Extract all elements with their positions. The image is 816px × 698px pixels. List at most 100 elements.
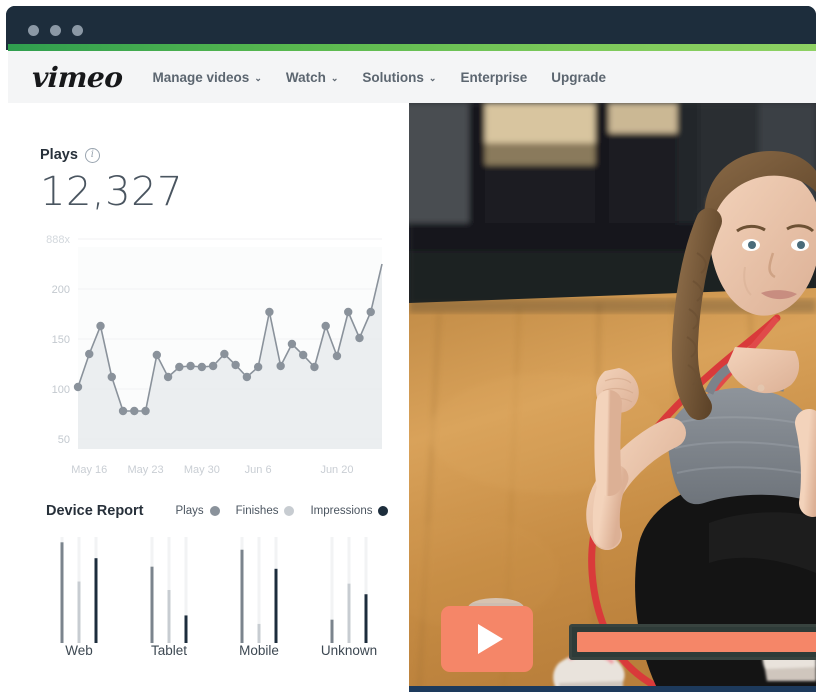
chart-data-point[interactable] [231, 360, 240, 370]
chart-data-point[interactable] [118, 406, 128, 416]
chart-data-point[interactable] [298, 350, 308, 360]
x-axis-tick-label: May 23 [128, 464, 164, 476]
minimize-window-button[interactable] [50, 25, 61, 36]
chart-data-point[interactable] [310, 362, 319, 372]
chart-data-point[interactable] [355, 333, 364, 343]
chart-data-point[interactable] [197, 362, 207, 372]
chart-data-point[interactable] [107, 372, 116, 382]
x-axis-tick-label: May 30 [184, 464, 220, 476]
chart-data-point[interactable] [186, 361, 195, 371]
chevron-down-icon: ⌄ [254, 72, 262, 83]
bar-finishes-mobile[interactable] [257, 623, 261, 643]
device-label-mobile: Mobile [239, 643, 279, 658]
chart-data-point[interactable] [208, 361, 218, 371]
chart-data-point[interactable] [287, 339, 297, 349]
nav-items: Manage videos ⌄ Watch ⌄ Solutions ⌄ Ente… [153, 70, 606, 85]
bar-finishes-tablet[interactable] [167, 590, 171, 643]
nav-item-upgrade[interactable]: Upgrade [551, 70, 606, 85]
chart-data-point[interactable] [152, 350, 162, 360]
chart-data-point[interactable] [332, 351, 342, 361]
bar-impressions-mobile[interactable] [274, 568, 278, 643]
chart-data-point[interactable] [321, 321, 330, 331]
bar-plays-mobile[interactable] [240, 549, 244, 643]
bar-plays-tablet[interactable] [150, 566, 154, 643]
chart-data-point[interactable] [253, 362, 263, 372]
y-axis-tick-label: 888x [46, 234, 70, 246]
nav-item-label: Upgrade [551, 69, 606, 85]
device-label-web: Web [65, 643, 93, 658]
nav-item-manage-videos[interactable]: Manage videos ⌄ [153, 70, 262, 85]
nav-item-watch[interactable]: Watch ⌄ [286, 70, 339, 85]
video-progress-bar[interactable] [569, 624, 816, 660]
device-report-title: Device Report [46, 503, 144, 519]
chart-data-point[interactable] [276, 361, 285, 371]
legend-label: Plays [175, 505, 204, 517]
nav-item-enterprise[interactable]: Enterprise [460, 70, 527, 85]
y-axis-tick-label: 50 [58, 434, 70, 446]
device-bar-chart-svg [60, 537, 368, 643]
chart-data-point[interactable] [96, 321, 105, 331]
chart-data-point[interactable] [366, 307, 375, 317]
bar-impressions-tablet[interactable] [184, 615, 188, 643]
chart-data-point[interactable] [163, 372, 173, 382]
bar-impressions-unknown[interactable] [364, 594, 368, 643]
maximize-window-button[interactable] [72, 25, 83, 36]
window-traffic-lights [28, 25, 83, 36]
legend-label: Impressions [310, 505, 373, 517]
vimeo-navbar: vimeo Manage videos ⌄ Watch ⌄ Solutions … [8, 51, 816, 103]
screenshot-root: vimeo Manage videos ⌄ Watch ⌄ Solutions … [0, 0, 816, 698]
nav-item-label: Watch [285, 69, 326, 85]
chevron-down-icon: ⌄ [330, 72, 339, 83]
device-category-labels: Web Tablet Mobile Unknown [34, 643, 394, 658]
page-title: Plays [40, 147, 78, 163]
device-label-unknown: Unknown [320, 643, 378, 658]
chart-data-point[interactable] [175, 362, 184, 372]
chart-data-point[interactable] [141, 406, 150, 416]
legend-label: Finishes [235, 505, 279, 517]
bar-plays-unknown[interactable] [330, 619, 334, 643]
plays-label-row: Plays i [40, 147, 183, 163]
analytics-panel: Plays i 12,327 888x 200 150 100 50 May 16 May … [8, 103, 409, 698]
plays-stat-block: Plays i 12,327 [40, 147, 183, 215]
chart-data-point[interactable] [265, 307, 274, 317]
bar-impressions-web[interactable] [94, 558, 98, 643]
x-axis-tick-label: Jun 20 [320, 464, 353, 476]
chart-data-point[interactable] [344, 307, 353, 317]
info-icon[interactable]: i [84, 147, 100, 163]
x-axis-tick-label: May 16 [71, 464, 107, 476]
chart-data-point[interactable] [130, 406, 139, 416]
bar-finishes-web[interactable] [77, 581, 81, 643]
play-button[interactable] [441, 606, 533, 672]
chart-data-point[interactable] [85, 349, 94, 359]
device-report-header: Device Report Plays Finishes Impressions [46, 503, 391, 519]
legend-color-dot [378, 506, 389, 516]
vimeo-logo[interactable]: vimeo [31, 61, 123, 94]
chart-data-point[interactable] [73, 382, 83, 392]
chart-data-point[interactable] [220, 349, 229, 359]
close-window-button[interactable] [28, 25, 39, 36]
legend-item-finishes[interactable]: Finishes [236, 505, 295, 517]
plays-line-chart-svg: 888x 200 150 100 50 May 16 May 23 May 30 Jun 6 Ju… [46, 234, 383, 476]
chevron-down-icon: ⌄ [428, 72, 437, 83]
y-axis-tick-label: 150 [52, 334, 70, 346]
device-report-legend: Plays Finishes Impressions [176, 505, 389, 517]
plays-line-chart[interactable]: 888x 200 150 100 50 May 16 May 23 May 30 Jun 6 Ju… [30, 225, 390, 485]
plays-count: 12,327 [40, 169, 183, 215]
y-axis-tick-label: 200 [52, 284, 70, 296]
chart-data-point[interactable] [242, 372, 252, 382]
y-axis-tick-label: 100 [52, 384, 70, 396]
legend-item-impressions[interactable]: Impressions [310, 505, 389, 517]
video-preview-pane[interactable] [409, 103, 816, 692]
progress-fill [577, 632, 816, 652]
legend-color-dot [209, 506, 220, 516]
x-axis-tick-label: Jun 6 [245, 464, 272, 476]
legend-item-plays[interactable]: Plays [176, 505, 220, 517]
nav-item-solutions[interactable]: Solutions ⌄ [362, 70, 436, 85]
bar-plays-web[interactable] [60, 542, 64, 643]
bar-finishes-unknown[interactable] [347, 583, 351, 643]
device-label-tablet: Tablet [150, 643, 188, 658]
legend-color-dot [284, 506, 295, 516]
gym-photo [409, 103, 816, 692]
nav-item-label: Solutions [362, 69, 424, 85]
nav-item-label: Enterprise [460, 69, 528, 85]
